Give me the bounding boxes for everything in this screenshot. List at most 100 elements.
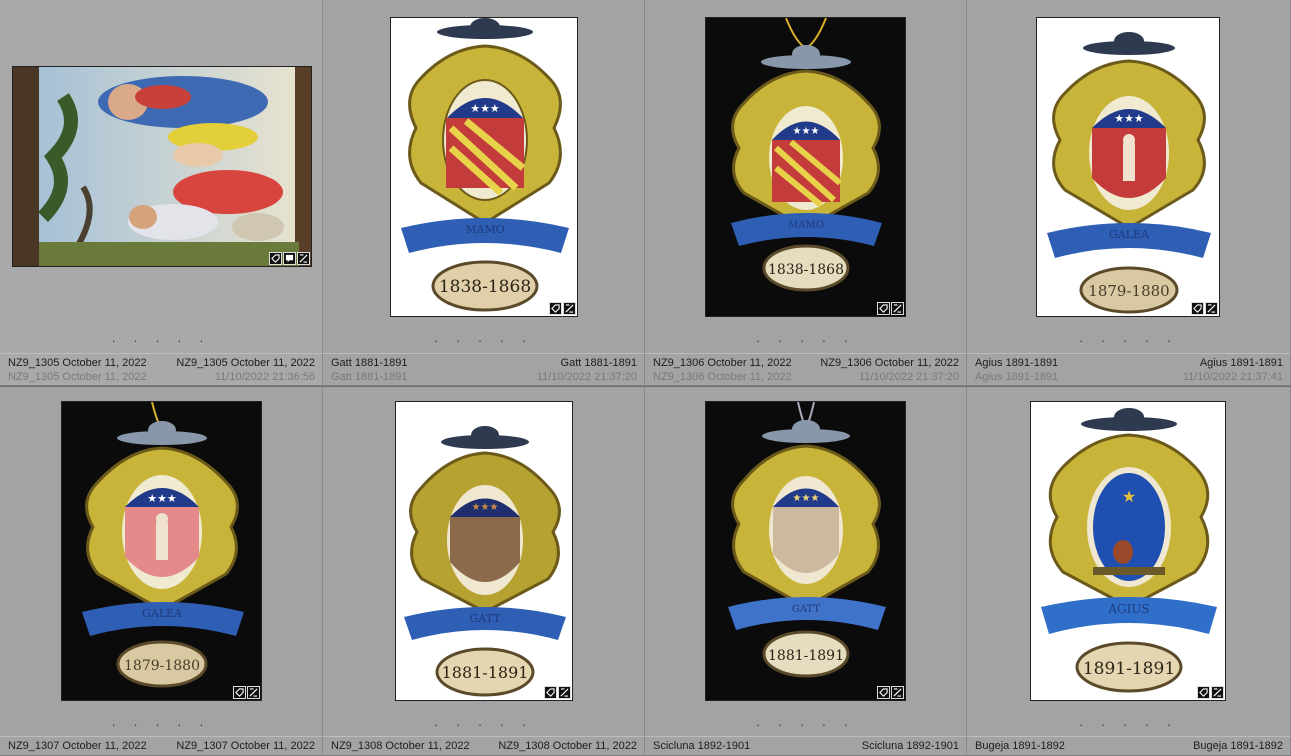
photo-thumbnail[interactable]: ★★★ MAMO 1838-1868 [390, 17, 578, 317]
filename-label: NZ9_1307 October 11, 2022 [8, 740, 147, 752]
grid-cell[interactable]: · · · · · NZ9_1305 October 11, 2022 NZ9_1… [0, 0, 323, 386]
edited-icon[interactable] [558, 686, 571, 699]
rating-dots[interactable]: · · · · · [967, 334, 1290, 347]
years-text: 1838-1868 [439, 277, 531, 297]
tag-icon[interactable] [269, 252, 282, 265]
motto-text: AGIUS [1107, 602, 1149, 616]
capture-time: 11/10/2022 21:37:20 [858, 371, 959, 383]
edited-icon[interactable] [247, 686, 260, 699]
title-label: Scicluna 1892-1901 [653, 740, 751, 752]
title-label: Gatt 1881-1891 [331, 357, 408, 369]
svg-text:★★★: ★★★ [472, 502, 499, 513]
divider [645, 736, 966, 737]
motto-text: GATT [469, 612, 501, 625]
years-text: 1879-1880 [1088, 282, 1169, 300]
years-text: 1838-1868 [768, 262, 844, 278]
photo-thumbnail[interactable]: ★★★ GALEA 1879-1880 [61, 401, 262, 701]
title-label-right: Bugeja 1891-1892 [1193, 740, 1283, 752]
grid-view: · · · · · NZ9_1305 October 11, 2022 NZ9_1… [0, 0, 1291, 756]
photo-thumbnail[interactable] [12, 66, 312, 267]
coat-of-arms-image: ★★★ GALEA 1879-1880 [1047, 32, 1211, 314]
rating-dots[interactable]: · · · · · [967, 718, 1290, 731]
comment-icon[interactable] [283, 252, 296, 265]
capture-time: 11/10/2022 21:37:20 [536, 371, 637, 383]
title-label-right: Gatt 1881-1891 [560, 357, 637, 369]
thumbnail-badges [877, 686, 904, 699]
photo-thumbnail[interactable]: ★★★ GATT 1881-1891 [395, 401, 573, 701]
tag-icon[interactable] [1191, 302, 1204, 315]
photo-thumbnail[interactable]: ★★★ MAMO 1838-1868 [705, 17, 906, 317]
caption-label: Agius 1891-1891 [975, 371, 1059, 383]
grid-cell[interactable]: ★★★ MAMO 1838-1868 · · · · · NZ9_1306 Oc… [645, 0, 967, 386]
filename-label-right: NZ9_1307 October 11, 2022 [176, 740, 315, 752]
thumbnail-badges [233, 686, 260, 699]
filename-label: NZ9_1305 October 11, 2022 [8, 357, 147, 369]
grid-cell[interactable]: ★★★ GALEA 1879-1880 · · · · · NZ9_1307 O… [0, 387, 323, 756]
caption-label: NZ9_1306 October 11, 2022 [653, 371, 792, 383]
coat-of-arms-image: ★★★ MAMO 1838-1868 [401, 18, 569, 312]
grid-cell[interactable]: ★★★ GALEA 1879-1880 · · · · · Agius 1891… [967, 0, 1291, 386]
rating-dots[interactable]: · · · · · [323, 334, 644, 347]
svg-text:★★★: ★★★ [470, 102, 500, 115]
tag-icon[interactable] [1197, 686, 1210, 699]
edited-icon[interactable] [891, 302, 904, 315]
thumbnail-badges [549, 302, 576, 315]
divider [645, 353, 966, 354]
divider [0, 736, 322, 737]
painting-image [13, 67, 311, 266]
grid-cell[interactable]: ★★★ GATT 1881-1891 · · · · · Scicluna 18… [645, 387, 967, 756]
thumbnail-badges [544, 686, 571, 699]
tag-icon[interactable] [877, 302, 890, 315]
title-label: Bugeja 1891-1892 [975, 740, 1065, 752]
tag-icon[interactable] [233, 686, 246, 699]
years-text: 1881-1891 [442, 663, 529, 682]
years-text: 1881-1891 [768, 648, 844, 664]
photo-thumbnail[interactable]: ★★★ GALEA 1879-1880 [1036, 17, 1220, 317]
svg-text:★: ★ [1122, 487, 1136, 506]
coat-of-arms-image: ★★★ GATT 1881-1891 [404, 426, 566, 697]
rating-dots[interactable]: · · · · · [0, 334, 322, 347]
filename-label: NZ9_1308 October 11, 2022 [331, 740, 470, 752]
divider [323, 353, 644, 354]
capture-time: 11/10/2022 21:36:56 [214, 371, 315, 383]
caption-label: NZ9_1305 October 11, 2022 [8, 371, 147, 383]
photo-thumbnail[interactable]: ★ AGIUS 1891-1891 [1030, 401, 1226, 701]
grid-cell[interactable]: ★★★ MAMO 1838-1868 · · · · · Gatt 1881-1… [323, 0, 645, 386]
coat-of-arms-image: ★ AGIUS 1891-1891 [1041, 408, 1217, 693]
grid-cell[interactable]: ★★★ GATT 1881-1891 · · · · · NZ9_1308 Oc… [323, 387, 645, 756]
motto-text: GALEA [1109, 228, 1150, 241]
tag-icon[interactable] [549, 302, 562, 315]
edited-icon[interactable] [1211, 686, 1224, 699]
motto-text: MAMO [465, 223, 505, 236]
filename-label-right: NZ9_1308 October 11, 2022 [498, 740, 637, 752]
edited-icon[interactable] [297, 252, 310, 265]
svg-text:★★★: ★★★ [793, 126, 820, 137]
motto-text: MAMO [788, 220, 824, 231]
title-label: Agius 1891-1891 [975, 357, 1059, 369]
svg-text:★★★: ★★★ [147, 492, 177, 505]
title-label-right: Agius 1891-1891 [1199, 357, 1283, 369]
motto-text: GATT [792, 604, 821, 615]
thumbnail-badges [1197, 686, 1224, 699]
caption-label: Gatt 1881-1891 [331, 371, 408, 383]
thumbnail-badges [877, 302, 904, 315]
filename-label-right: NZ9_1305 October 11, 2022 [176, 357, 315, 369]
years-text: 1891-1891 [1083, 659, 1175, 679]
rating-dots[interactable]: · · · · · [645, 718, 966, 731]
rating-dots[interactable]: · · · · · [645, 334, 966, 347]
grid-cell[interactable]: ★ AGIUS 1891-1891 · · · · · Bugeja 1891-… [967, 387, 1291, 756]
thumbnail-badges [1191, 302, 1218, 315]
edited-icon[interactable] [891, 686, 904, 699]
title-label-right: Scicluna 1892-1901 [861, 740, 959, 752]
tag-icon[interactable] [877, 686, 890, 699]
edited-icon[interactable] [563, 302, 576, 315]
coat-of-arms-image: ★★★ GATT 1881-1891 [728, 402, 886, 678]
edited-icon[interactable] [1205, 302, 1218, 315]
filename-label: NZ9_1306 October 11, 2022 [653, 357, 792, 369]
rating-dots[interactable]: · · · · · [323, 718, 644, 731]
tag-icon[interactable] [544, 686, 557, 699]
divider [967, 736, 1290, 737]
svg-text:★★★: ★★★ [793, 493, 820, 504]
photo-thumbnail[interactable]: ★★★ GATT 1881-1891 [705, 401, 906, 701]
rating-dots[interactable]: · · · · · [0, 718, 322, 731]
